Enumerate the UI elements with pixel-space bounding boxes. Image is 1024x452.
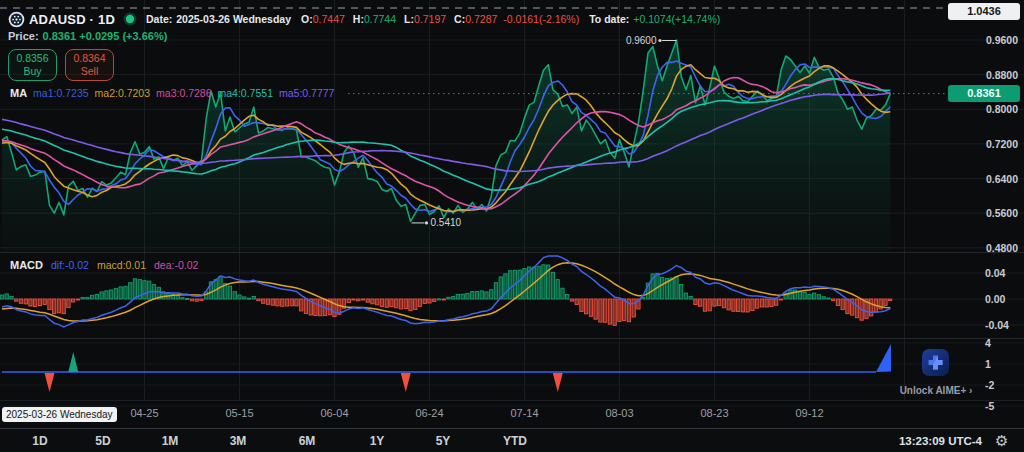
x-axis-date-label: 09-12 [780,407,840,419]
x-axis-date-label: 04-25 [115,407,175,419]
range-button-5d[interactable]: 5D [78,434,128,448]
range-button-5y[interactable]: 5Y [418,434,468,448]
footer-toolbar: 1D 5D 1M 3M 6M 1Y 5Y YTD 13:23:09 UTC-4 ⚙ [0,428,1024,452]
date-label: Date: [146,13,172,25]
y-axis-price-label: 0.8800 [948,68,1018,82]
legend-item: ma4:0.7551 [218,87,273,99]
ohlc-value: 0.7447 [313,13,345,25]
legend-item: dif:-0.02 [51,259,89,271]
sell-label: Sell [81,65,99,78]
svg-text:0.9600: 0.9600 [626,35,657,46]
unlock-aime-icon[interactable] [922,349,949,376]
ohlc-values: O:0.7447 H:0.7744 L:0.7197 C:0.7287 [301,13,497,25]
legend-title: MACD [10,259,43,271]
y-axis-macd-label: 0.00 [985,292,1024,306]
buy-price: 0.8356 [16,52,48,65]
y-axis-signal-label: 1 [985,357,1024,371]
legend-item: ma2:0.7203 [95,87,150,99]
chart-header: ADAUSD · 1D Date: 2025-03-26 Wednesday O… [8,10,720,28]
range-button-1d[interactable]: 1D [15,434,65,448]
todate-value: +0.1074(+14.74%) [633,13,720,25]
y-axis-signal-label: -2 [985,378,1024,392]
legend-item: ma3:0.7286 [156,87,211,99]
price-chart[interactable]: 0.9600 0.5410 [0,0,1024,452]
legend-item: ma1:0.7235 [33,87,88,99]
x-axis-date-label: 06-04 [305,407,365,419]
ohlc-label: C: [454,13,465,25]
symbol-title[interactable]: ADAUSD · 1D [29,12,115,27]
trade-buttons: 0.8356 Buy 0.8364 Sell [8,49,114,81]
price-row: Price: 0.8361 +0.0295 (+3.66%) [8,30,167,42]
y-axis-price-label: 0.7200 [948,137,1018,151]
ohlc-label: H: [353,13,364,25]
legend-item: dea:-0.02 [154,259,198,271]
x-axis-date-label: 08-03 [590,407,650,419]
ohlc-value: 0.7287 [465,13,497,25]
legend-item: macd:0.01 [97,259,146,271]
current-price-box: 0.8361 [948,85,1020,102]
y-axis-price-label: 0.4800 [948,241,1018,255]
date-value: 2025-03-26 Wednesday [176,13,291,25]
unlock-aime-button[interactable]: Unlock AIME+ › [886,385,986,396]
x-axis-date-label: 06-24 [400,407,460,419]
clock: 13:23:09 UTC-4 [899,435,982,447]
range-button-ytd[interactable]: YTD [490,434,540,448]
buy-label: Buy [23,65,41,78]
ath-price-box: 1.0436 [948,3,1020,20]
ohlc-value: 0.7197 [414,13,446,25]
y-axis-macd-label: 0.04 [985,266,1024,280]
price-label: Price: [8,30,39,42]
ohlc-label: L: [404,13,414,25]
gear-icon[interactable]: ⚙ [995,432,1008,450]
range-button-3m[interactable]: 3M [213,434,263,448]
ohlc-value: 0.7744 [364,13,396,25]
ohlc-label: O: [301,13,313,25]
ma-legend: MA ma1:0.7235 ma2:0.7203 ma3:0.7286 ma4:0.75… [10,87,340,99]
price-value: 0.8361 +0.0295 (+3.66%) [43,30,168,42]
change-value: -0.0161(-2.16%) [503,13,579,25]
y-axis-signal-label: 4 [985,336,1024,350]
buy-button[interactable]: 0.8356 Buy [8,49,57,81]
crosshair-date-tooltip: 2025-03-26 Wednesday [2,407,117,422]
macd-legend: MACD dif:-0.02 macd:0.01 dea:-0.02 [10,259,206,271]
x-axis-date-label: 05-15 [210,407,270,419]
legend-title: MA [10,87,27,99]
trading-chart-app: 0.9600 0.5410 ADAUSD · 1D Date: 2025-03-2… [0,0,1024,452]
y-axis-macd-label: -0.04 [985,318,1024,332]
range-button-1y[interactable]: 1Y [352,434,402,448]
sell-price: 0.8364 [73,52,105,65]
svg-text:0.5410: 0.5410 [431,217,462,228]
x-axis-date-label: 08-23 [685,407,745,419]
cardano-coin-icon [8,11,25,28]
range-button-1m[interactable]: 1M [145,434,195,448]
sell-button[interactable]: 0.8364 Sell [65,49,114,81]
y-axis-price-label: 0.8000 [948,102,1018,116]
price-series [0,8,950,252]
y-axis-price-label: 0.9600 [948,33,1018,47]
x-axis-date-label: 07-14 [495,407,555,419]
y-axis-price-label: 0.5600 [948,206,1018,220]
range-button-6m[interactable]: 6M [282,434,332,448]
y-axis-price-label: 0.6400 [948,172,1018,186]
todate-label: To date: [589,13,629,25]
y-axis-signal-label: -5 [985,399,1024,413]
status-dot-icon [123,12,137,26]
legend-item: ma5:0.7777 [279,87,334,99]
